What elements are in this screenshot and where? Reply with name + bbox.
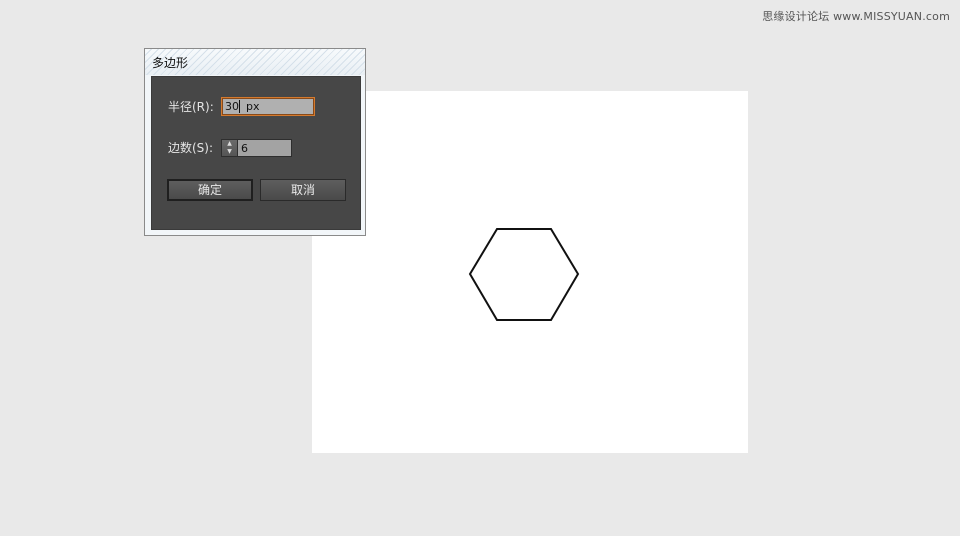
- radius-input[interactable]: 30 px: [221, 97, 315, 116]
- ok-button[interactable]: 确定: [167, 179, 253, 201]
- dialog-body: 半径(R): 30 px 边数(S): ▲ ▼ 6 确定 取消: [151, 76, 361, 230]
- polygon-dialog: 多边形 半径(R): 30 px 边数(S): ▲ ▼ 6 确定 取消: [144, 48, 366, 236]
- radius-value: 30: [225, 100, 239, 113]
- text-caret: [239, 100, 240, 113]
- dialog-title: 多边形: [152, 56, 189, 70]
- artboard-canvas[interactable]: [312, 91, 748, 453]
- watermark: 思缘设计论坛 www.MISSYUAN.com: [762, 10, 950, 23]
- sides-input[interactable]: 6: [238, 139, 292, 157]
- arrow-up-icon[interactable]: ▲: [222, 140, 237, 148]
- sides-value: 6: [241, 142, 248, 155]
- hexagon-shape[interactable]: [468, 228, 580, 321]
- cancel-button[interactable]: 取消: [260, 179, 346, 201]
- radius-unit: px: [246, 100, 260, 113]
- sides-label: 边数(S):: [168, 141, 214, 155]
- radius-label: 半径(R):: [168, 100, 214, 114]
- arrow-down-icon[interactable]: ▼: [222, 148, 237, 156]
- dialog-titlebar[interactable]: 多边形: [145, 49, 365, 75]
- sides-stepper[interactable]: ▲ ▼: [221, 139, 238, 157]
- canvas-drawing: [468, 228, 580, 321]
